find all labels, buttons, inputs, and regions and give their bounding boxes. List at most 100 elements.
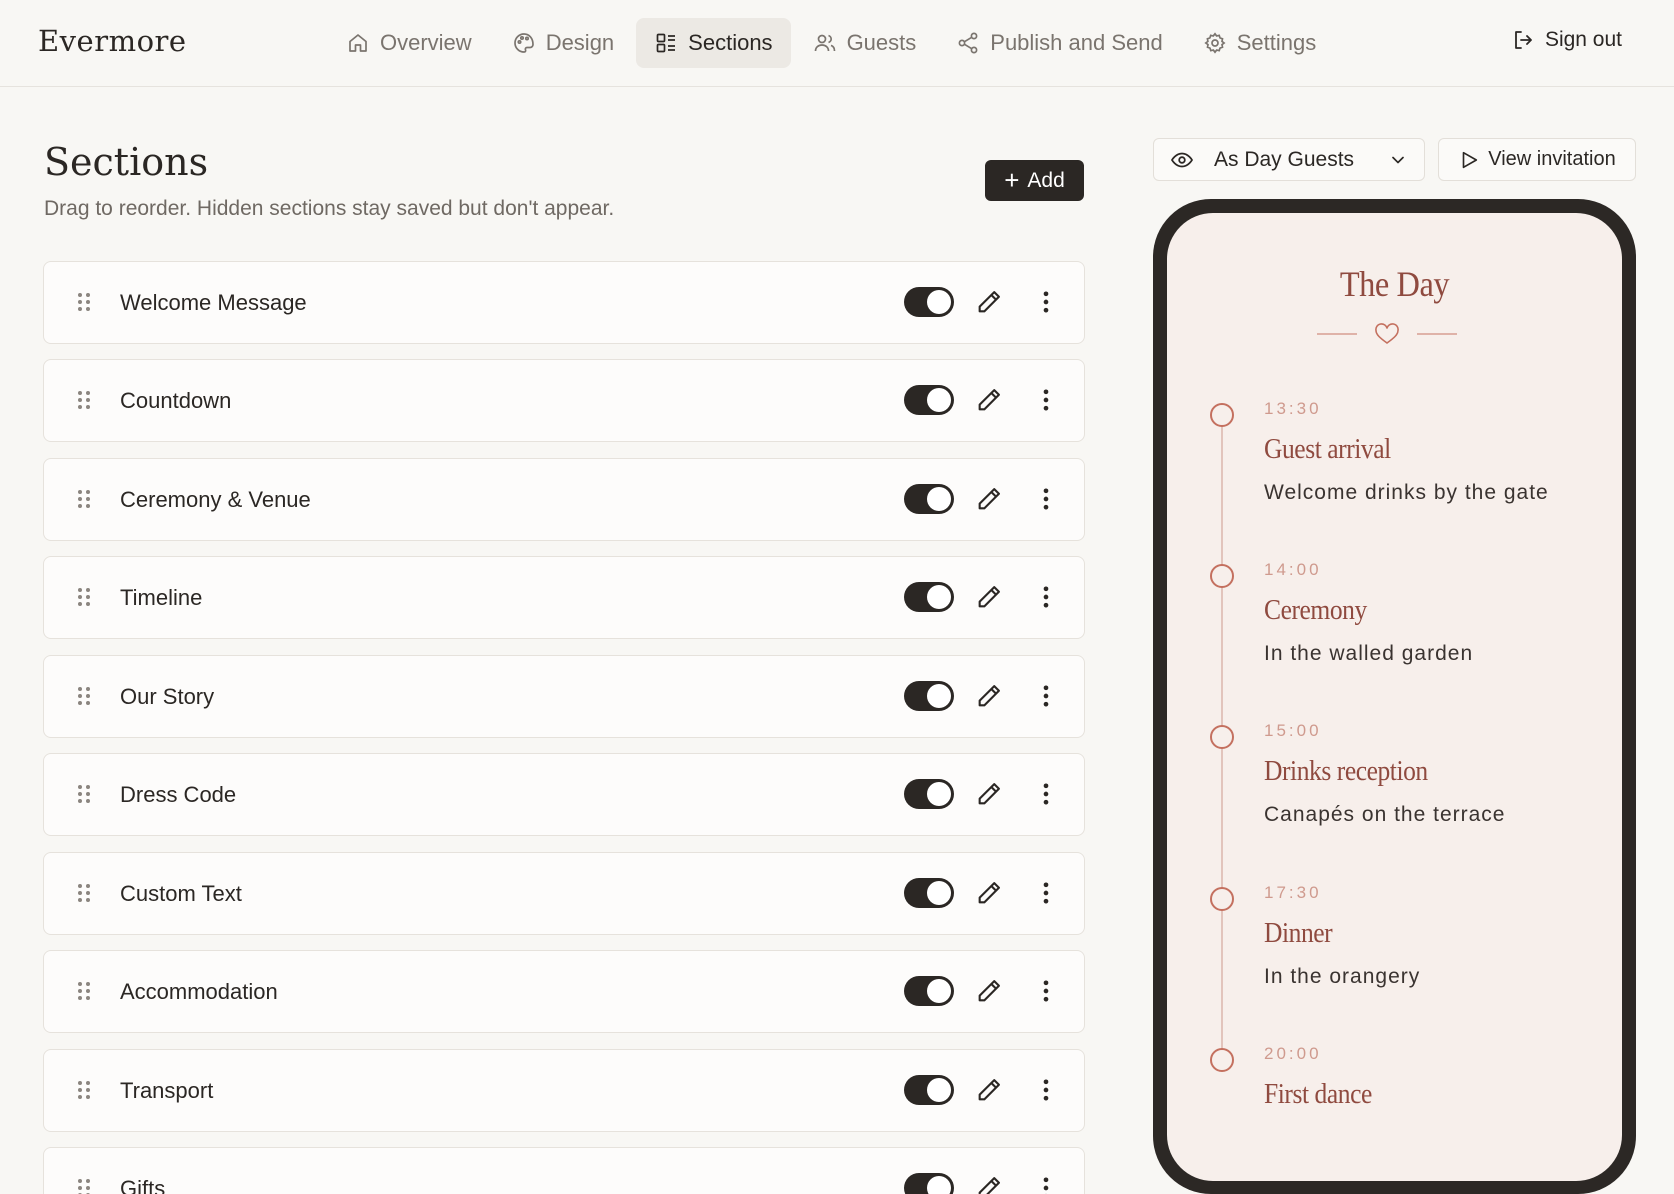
section-label: Our Story	[120, 684, 215, 709]
add-section-button[interactable]: + Add	[985, 160, 1084, 201]
preview-section-title: The Day	[1339, 264, 1450, 304]
timeline-dot	[1210, 725, 1234, 749]
more-options-icon[interactable]	[1032, 879, 1060, 907]
section-row[interactable]: Our Story	[43, 655, 1085, 738]
nav-overview[interactable]: Overview	[328, 18, 490, 68]
drag-handle-icon[interactable]	[78, 1179, 90, 1194]
timeline-time: 17:30	[1264, 883, 1322, 902]
drag-handle-icon[interactable]	[78, 785, 90, 805]
view-as-select[interactable]: As Day Guests	[1153, 138, 1425, 181]
more-options-icon[interactable]	[1032, 780, 1060, 808]
nav-guests[interactable]: Guests	[795, 18, 935, 68]
drag-handle-icon[interactable]	[78, 391, 90, 411]
visibility-toggle[interactable]	[904, 1173, 954, 1194]
pencil-icon[interactable]	[975, 1076, 1003, 1104]
timeline-dot	[1210, 564, 1234, 588]
section-label: Custom Text	[120, 881, 242, 906]
pencil-icon[interactable]	[975, 780, 1003, 808]
drag-handle-icon[interactable]	[78, 982, 90, 1002]
timeline-event-name: First dance	[1264, 1078, 1372, 1110]
timeline-item: 15:00 Drinks reception Canapés on the te…	[1167, 721, 1622, 871]
more-options-icon[interactable]	[1032, 288, 1060, 316]
pencil-icon[interactable]	[975, 682, 1003, 710]
timeline-dot	[1210, 887, 1234, 911]
sections-icon	[656, 33, 676, 53]
section-label: Accommodation	[120, 979, 278, 1004]
section-label: Countdown	[120, 388, 232, 413]
more-options-icon[interactable]	[1032, 386, 1060, 414]
visibility-toggle[interactable]	[904, 779, 954, 809]
pencil-icon[interactable]	[975, 288, 1003, 316]
nav-settings-label: Settings	[1236, 30, 1317, 55]
section-label: Welcome Message	[120, 290, 307, 315]
pencil-icon[interactable]	[975, 583, 1003, 611]
timeline-event-name: Drinks reception	[1264, 755, 1428, 787]
preview-screen[interactable]: The Day 13:30 Guest arrival Welcome drin…	[1167, 213, 1622, 1181]
timeline-event-desc: In the orangery	[1264, 965, 1421, 988]
gear-icon	[1204, 32, 1226, 54]
visibility-toggle[interactable]	[904, 976, 954, 1006]
visibility-toggle[interactable]	[904, 385, 954, 415]
visibility-toggle[interactable]	[904, 1075, 954, 1105]
add-button-label: Add	[1027, 168, 1065, 192]
view-as-value: As Day Guests	[1214, 147, 1355, 171]
more-options-icon[interactable]	[1032, 977, 1060, 1005]
section-row[interactable]: Gifts	[43, 1147, 1085, 1194]
sections-list: Welcome Message Countdown Ceremony & Ven…	[43, 261, 1085, 1194]
more-options-icon[interactable]	[1032, 1076, 1060, 1104]
timeline-event-desc: Canapés on the terrace	[1264, 803, 1506, 826]
visibility-toggle[interactable]	[904, 582, 954, 612]
visibility-toggle[interactable]	[904, 484, 954, 514]
visibility-toggle[interactable]	[904, 681, 954, 711]
section-row[interactable]: Accommodation	[43, 950, 1085, 1033]
drag-handle-icon[interactable]	[78, 490, 90, 510]
section-row[interactable]: Dress Code	[43, 753, 1085, 836]
drag-handle-icon[interactable]	[78, 687, 90, 707]
sign-out-button[interactable]: Sign out	[1511, 28, 1622, 52]
pencil-icon[interactable]	[975, 879, 1003, 907]
nav-publish[interactable]: Publish and Send	[938, 18, 1180, 68]
section-row[interactable]: Timeline	[43, 556, 1085, 639]
users-icon	[814, 34, 835, 52]
pencil-icon[interactable]	[975, 1174, 1003, 1194]
pencil-icon[interactable]	[975, 386, 1003, 414]
visibility-toggle[interactable]	[904, 878, 954, 908]
section-row[interactable]: Custom Text	[43, 852, 1085, 935]
drag-handle-icon[interactable]	[78, 1081, 90, 1101]
timeline-event-name: Guest arrival	[1264, 433, 1391, 465]
nav-design-label: Design	[545, 30, 615, 55]
section-row[interactable]: Transport	[43, 1049, 1085, 1132]
phone-preview: The Day 13:30 Guest arrival Welcome drin…	[1153, 199, 1636, 1194]
timeline-item: 17:30 Dinner In the orangery	[1167, 883, 1622, 1033]
more-options-icon[interactable]	[1032, 485, 1060, 513]
drag-handle-icon[interactable]	[78, 884, 90, 904]
more-options-icon[interactable]	[1032, 682, 1060, 710]
brand-logo[interactable]: Evermore	[38, 24, 187, 58]
nav-settings[interactable]: Settings	[1185, 18, 1335, 68]
section-row[interactable]: Ceremony & Venue	[43, 458, 1085, 541]
nav-guests-label: Guests	[846, 30, 917, 55]
timeline-time: 15:00	[1264, 721, 1322, 740]
timeline-dot	[1210, 1048, 1234, 1072]
nav-sections[interactable]: Sections	[636, 18, 791, 68]
view-invitation-label: View invitation	[1488, 148, 1616, 170]
nav-sections-label: Sections	[688, 30, 773, 55]
more-options-icon[interactable]	[1032, 583, 1060, 611]
section-row[interactable]: Welcome Message	[43, 261, 1085, 344]
page-title: Sections	[44, 140, 209, 184]
view-invitation-button[interactable]: View invitation	[1438, 138, 1636, 181]
pencil-icon[interactable]	[975, 485, 1003, 513]
timeline-time: 14:00	[1264, 560, 1322, 579]
nav-design[interactable]: Design	[494, 18, 632, 68]
main-nav: Overview Design Sections Guests Publish …	[328, 18, 1334, 68]
play-icon	[1462, 151, 1478, 168]
visibility-toggle[interactable]	[904, 287, 954, 317]
more-options-icon[interactable]	[1032, 1174, 1060, 1194]
drag-handle-icon[interactable]	[78, 588, 90, 608]
timeline-item: 14:00 Ceremony In the walled garden	[1167, 560, 1622, 710]
section-row[interactable]: Countdown	[43, 359, 1085, 442]
pencil-icon[interactable]	[975, 977, 1003, 1005]
nav-overview-label: Overview	[380, 30, 472, 55]
drag-handle-icon[interactable]	[78, 293, 90, 313]
home-icon	[349, 34, 367, 52]
